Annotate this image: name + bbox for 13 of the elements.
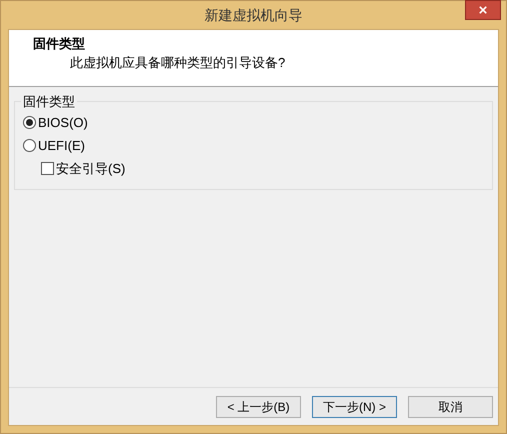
header-title: 固件类型 xyxy=(33,35,86,53)
dialog-button[interactable]: 下一步(N) > xyxy=(312,396,397,418)
radio-button[interactable] xyxy=(23,116,36,129)
close-button[interactable]: × xyxy=(465,0,501,20)
radio-label[interactable]: UEFI(E) xyxy=(38,136,85,156)
dialog-button[interactable]: 取消 xyxy=(408,396,493,418)
window-title: 新建虚拟机向导 xyxy=(204,6,302,24)
radio-button[interactable] xyxy=(23,139,36,152)
header-subtitle: 此虚拟机应具备哪种类型的引导设备? xyxy=(70,54,286,72)
checkbox[interactable] xyxy=(41,162,54,175)
radio-label[interactable]: BIOS(O) xyxy=(38,112,88,132)
checkbox-label[interactable]: 安全引导(S) xyxy=(56,158,126,178)
dialog-button[interactable]: < 上一步(B) xyxy=(216,396,301,418)
